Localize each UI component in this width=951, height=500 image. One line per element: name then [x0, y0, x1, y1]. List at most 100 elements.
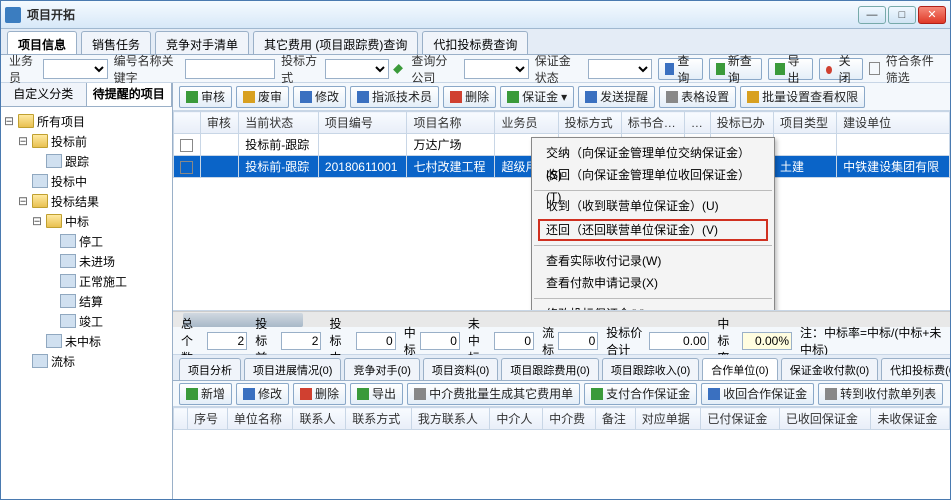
col-header[interactable]: 我方联系人	[411, 408, 490, 430]
titlebar[interactable]: 项目开拓 — □ ✕	[1, 1, 950, 29]
tree-node[interactable]: 正常施工	[3, 271, 170, 291]
dropdown-item[interactable]: 查看实际收付记录(W)	[532, 250, 774, 272]
search-icon	[665, 63, 674, 75]
sub-tab[interactable]: 合作单位(0)	[702, 358, 777, 380]
sub-tab[interactable]: 项目进展情况(0)	[244, 358, 341, 380]
tree-node[interactable]: ⊟所有项目	[3, 111, 170, 131]
sub-edit-button[interactable]: 修改	[236, 383, 289, 405]
sub-grid-wrap[interactable]: 序号单位名称联系人联系方式我方联系人中介人中介费备注对应单据已付保证金已收回保证…	[173, 407, 950, 499]
minimize-button[interactable]: —	[858, 6, 886, 24]
col-header[interactable]: 未收保证金	[871, 408, 950, 430]
sub-grid[interactable]: 序号单位名称联系人联系方式我方联系人中介人中介费备注对应单据已付保证金已收回保证…	[173, 407, 950, 430]
tree-node[interactable]: 流标	[3, 351, 170, 371]
project-tree[interactable]: ⊟所有项目⊟投标前跟踪投标中⊟投标结果⊟中标停工未进场正常施工结算竣工未中标流标	[1, 107, 172, 499]
sub-add-button[interactable]: 新增	[179, 383, 232, 405]
baozj-button[interactable]: 保证金 ▾	[500, 86, 574, 108]
audit-button[interactable]: 审核	[179, 86, 232, 108]
col-header[interactable]: 项目类型	[773, 112, 836, 134]
tree-node[interactable]: 竣工	[3, 311, 170, 331]
totals-note: 注：中标率=中标/(中标+未中标)	[800, 324, 942, 358]
close-panel-button[interactable]: 关闭	[819, 58, 863, 80]
remind-button[interactable]: 发送提醒	[578, 86, 655, 108]
dropdown-item[interactable]: 查看付款申请记录(X)	[532, 272, 774, 294]
col-header[interactable]: 对应单据	[635, 408, 701, 430]
col-header[interactable]: 中介费	[543, 408, 596, 430]
sub-tab[interactable]: 项目资料(0)	[423, 358, 498, 380]
priv-button[interactable]: 批量设置查看权限	[740, 86, 865, 108]
deaudit-button[interactable]: 废审	[236, 86, 289, 108]
window-buttons: — □ ✕	[858, 6, 946, 24]
query-button[interactable]: 查询	[658, 58, 702, 80]
tree-node[interactable]: 未中标	[3, 331, 170, 351]
top-tab[interactable]: 其它费用 (项目跟踪费)查询	[253, 31, 418, 54]
sub-export-button[interactable]: 导出	[350, 383, 403, 405]
filter-checkbox[interactable]	[869, 62, 880, 75]
tree-node[interactable]: 未进场	[3, 251, 170, 271]
tree-node[interactable]: 投标中	[3, 171, 170, 191]
sub-pay-button[interactable]: 支付合作保证金	[584, 383, 697, 405]
col-header[interactable]: 投标方式	[558, 112, 621, 134]
col-header[interactable]	[174, 112, 201, 134]
col-header[interactable]: 业务员	[495, 112, 558, 134]
col-header[interactable]: 已付保证金	[701, 408, 780, 430]
new-query-button[interactable]: 新查询	[709, 58, 763, 80]
col-header[interactable]: …	[684, 112, 710, 134]
close-button[interactable]: ✕	[918, 6, 946, 24]
app-window: 项目开拓 — □ ✕ 项目信息销售任务竞争对手清单其它费用 (项目跟踪费)查询代…	[0, 0, 951, 500]
maximize-button[interactable]: □	[888, 6, 916, 24]
sub-tab[interactable]: 竞争对手(0)	[344, 358, 419, 380]
dropdown-item[interactable]: 修改投标保证金(Y)	[532, 303, 774, 311]
grid-wrap[interactable]: 审核当前状态项目编号项目名称业务员投标方式标书合……投标已办项目类型建设单位投标…	[173, 111, 950, 311]
sub-tab[interactable]: 保证金收付款(0)	[781, 358, 878, 380]
col-header[interactable]: 联系人	[293, 408, 346, 430]
col-header[interactable]: 建设单位	[837, 112, 950, 134]
money-icon	[708, 388, 720, 400]
tree-node[interactable]: 停工	[3, 231, 170, 251]
dropdown-item[interactable]: 还回（还回联营单位保证金）(V)	[538, 219, 768, 241]
col-header[interactable]: 标书合…	[621, 112, 684, 134]
tbfs-select[interactable]	[325, 59, 390, 79]
assign-button[interactable]: 指派技术员	[350, 86, 439, 108]
tree-node[interactable]: ⊟投标前	[3, 131, 170, 151]
col-header[interactable]	[174, 408, 188, 430]
export-icon	[357, 388, 369, 400]
label-bzjzt: 保证金状态	[535, 52, 582, 86]
left-tab[interactable]: 自定义分类	[1, 83, 87, 106]
ywy-select[interactable]	[43, 59, 108, 79]
col-header[interactable]: 备注	[595, 408, 635, 430]
col-header[interactable]: 项目名称	[407, 112, 495, 134]
sub-recv-button[interactable]: 收回合作保证金	[701, 383, 814, 405]
col-header[interactable]: 投标已办	[710, 112, 773, 134]
col-header[interactable]: 当前状态	[239, 112, 319, 134]
delete-button[interactable]: 删除	[443, 86, 496, 108]
tree-node[interactable]: ⊟中标	[3, 211, 170, 231]
table-settings-button[interactable]: 表格设置	[659, 86, 736, 108]
fgs-select[interactable]	[464, 59, 529, 79]
dropdown-item[interactable]: 收到（收到联营单位保证金）(U)	[532, 195, 774, 217]
sub-list-button[interactable]: 转到收付款单列表	[818, 383, 943, 405]
sub-tab[interactable]: 项目分析	[179, 358, 241, 380]
col-header[interactable]: 项目编号	[318, 112, 407, 134]
sub-tab[interactable]: 代扣投标费(0)	[881, 358, 950, 380]
sub-del-button[interactable]: 删除	[293, 383, 346, 405]
col-header[interactable]: 单位名称	[227, 408, 293, 430]
bzjzt-select[interactable]	[588, 59, 653, 79]
tree-node[interactable]: 跟踪	[3, 151, 170, 171]
sub-tab[interactable]: 项目跟踪收入(0)	[602, 358, 699, 380]
tree-node[interactable]: ⊟投标结果	[3, 191, 170, 211]
col-header[interactable]: 联系方式	[346, 408, 412, 430]
export-button[interactable]: 导出	[768, 58, 812, 80]
keyword-input[interactable]	[185, 59, 275, 79]
left-tab[interactable]: 待提醒的项目	[87, 83, 173, 106]
dropdown-item[interactable]: 交纳（向保证金管理单位交纳保证金）(S)	[532, 142, 774, 164]
col-header[interactable]: 中介人	[490, 408, 543, 430]
col-header[interactable]: 审核	[200, 112, 238, 134]
col-header[interactable]: 已收回保证金	[779, 408, 870, 430]
col-header[interactable]: 序号	[187, 408, 227, 430]
tree-node[interactable]: 结算	[3, 291, 170, 311]
edit-button[interactable]: 修改	[293, 86, 346, 108]
baozj-dropdown[interactable]: 交纳（向保证金管理单位交纳保证金）(S)收回（向保证金管理单位收回保证金）(T)…	[531, 137, 775, 311]
dropdown-item[interactable]: 收回（向保证金管理单位收回保证金）(T)	[532, 164, 774, 186]
sub-tab[interactable]: 项目跟踪费用(0)	[501, 358, 598, 380]
sub-gen-button[interactable]: 中介费批量生成其它费用单	[407, 383, 580, 405]
